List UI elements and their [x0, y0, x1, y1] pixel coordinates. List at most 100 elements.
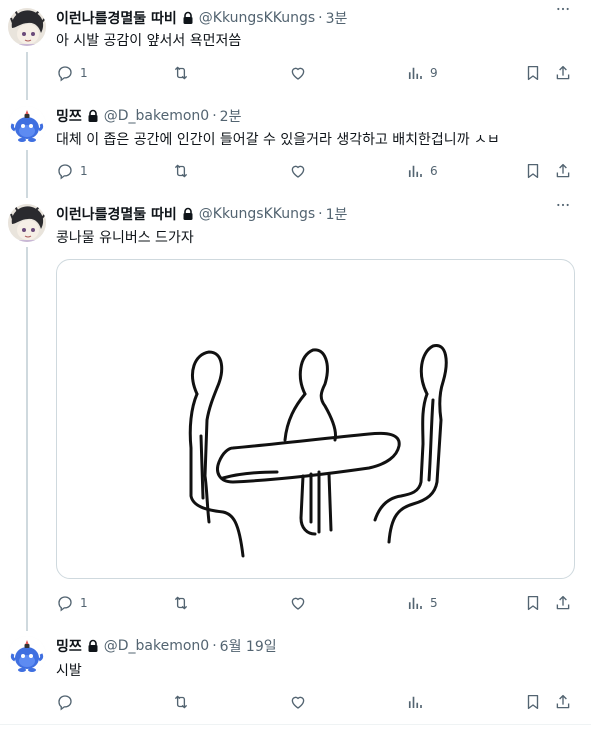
reply-button[interactable]: 1 [56, 593, 88, 613]
tweet-text: 대체 이 좁은 공간에 인간이 들어갈 수 있을거라 생각하고 배치한겁니까 ㅅ… [56, 132, 500, 148]
display-name[interactable]: 밍쯔 [56, 636, 82, 656]
separator-dot: · [318, 206, 323, 222]
like-button[interactable] [289, 161, 307, 181]
share-icon [554, 64, 572, 82]
user-handle[interactable]: @KkungsKKungs [199, 206, 315, 222]
reply-count: 1 [80, 66, 88, 80]
lock-icon [181, 207, 195, 221]
views-count: 5 [430, 596, 438, 610]
tweet[interactable]: 밍쯔 @D_bakemon0 · 2분 대체 이 좁은 공간에 인간이 들어갈 … [0, 98, 591, 196]
bookmark-button[interactable] [524, 692, 542, 712]
more-button[interactable] [553, 198, 573, 212]
timeline: 이런나를경멸둘 따비 @KkungsKKungs · 3분 아 시발 공감이 얖… [0, 0, 591, 731]
tweet-text: 아 시발 공감이 얖서서 욕먼저씀 [56, 33, 242, 49]
bookmark-button[interactable] [524, 63, 542, 83]
timestamp[interactable]: 3분 [326, 8, 348, 28]
share-button[interactable] [554, 692, 572, 712]
tweet-header: 이런나를경멸둘 따비 @KkungsKKungs · 3분 [56, 8, 347, 28]
retweet-button[interactable] [172, 63, 190, 83]
avatar[interactable] [8, 106, 46, 144]
user-handle[interactable]: @D_bakemon0 [104, 108, 209, 124]
tweet[interactable]: 밍쯔 @D_bakemon0 · 6월 19일 시발 [0, 628, 591, 728]
bookmark-icon [524, 594, 542, 612]
action-bar: 1 9 [56, 63, 574, 83]
heart-icon [289, 64, 307, 82]
bookmark-icon [524, 162, 542, 180]
share-button[interactable] [554, 161, 572, 181]
action-bar: 1 6 [56, 161, 574, 181]
retweet-button[interactable] [172, 593, 190, 613]
heart-icon [289, 693, 307, 711]
tweet-header: 밍쯔 @D_bakemon0 · 2분 [56, 106, 241, 126]
reply-icon [56, 162, 74, 180]
retweet-icon [172, 594, 190, 612]
tweet-text: 콩나물 유니버스 드가자 [56, 230, 194, 246]
avatar[interactable] [8, 636, 46, 674]
bookmark-button[interactable] [524, 593, 542, 613]
more-button[interactable] [553, 2, 573, 16]
lock-icon [86, 109, 100, 123]
bookmark-icon [524, 693, 542, 711]
avatar-image [8, 106, 46, 144]
avatar-image [8, 204, 46, 242]
like-button[interactable] [289, 63, 307, 83]
lock-icon [181, 11, 195, 25]
user-handle[interactable]: @KkungsKKungs [199, 10, 315, 26]
avatar-image [8, 8, 46, 46]
heart-icon [289, 594, 307, 612]
retweet-icon [172, 64, 190, 82]
display-name[interactable]: 이런나를경멸둘 따비 [56, 204, 177, 224]
reply-button[interactable]: 1 [56, 161, 88, 181]
like-button[interactable] [289, 692, 307, 712]
tweet-header: 이런나를경멸둘 따비 @KkungsKKungs · 1분 [56, 204, 347, 224]
reply-button[interactable] [56, 692, 74, 712]
views-chart-icon [406, 693, 424, 711]
tweet[interactable]: 이런나를경멸둘 따비 @KkungsKKungs · 3분 아 시발 공감이 얖… [0, 0, 591, 98]
heart-icon [289, 162, 307, 180]
views-count: 6 [430, 164, 438, 178]
views-chart-icon [406, 162, 424, 180]
timestamp[interactable]: 2분 [220, 106, 242, 126]
views-chart-icon [406, 64, 424, 82]
views-button[interactable]: 6 [406, 161, 438, 181]
reply-button[interactable]: 1 [56, 63, 88, 83]
share-button[interactable] [554, 593, 572, 613]
retweet-button[interactable] [172, 692, 190, 712]
tweet[interactable]: 이런나를경멸둘 따비 @KkungsKKungs · 1분 콩나물 유니버스 드… [0, 196, 591, 628]
action-bar [56, 692, 574, 712]
avatar-image [8, 636, 46, 674]
display-name[interactable]: 밍쯔 [56, 106, 82, 126]
like-button[interactable] [289, 593, 307, 613]
reply-icon [56, 594, 74, 612]
user-handle[interactable]: @D_bakemon0 [104, 638, 209, 654]
reply-count: 1 [80, 164, 88, 178]
share-icon [554, 594, 572, 612]
timestamp[interactable]: 6월 19일 [220, 636, 277, 656]
bookmark-icon [524, 64, 542, 82]
tweet-image[interactable] [56, 259, 575, 579]
retweet-button[interactable] [172, 161, 190, 181]
reply-count: 1 [80, 596, 88, 610]
separator-dot: · [212, 108, 217, 124]
retweet-icon [172, 693, 190, 711]
timestamp[interactable]: 1분 [326, 204, 348, 224]
views-button[interactable]: 9 [406, 63, 438, 83]
display-name[interactable]: 이런나를경멸둘 따비 [56, 8, 177, 28]
avatar[interactable] [8, 204, 46, 242]
views-button[interactable]: 5 [406, 593, 438, 613]
views-chart-icon [406, 594, 424, 612]
action-bar: 1 5 [56, 593, 574, 613]
separator-dot: · [212, 638, 217, 654]
share-button[interactable] [554, 63, 572, 83]
separator-dot: · [318, 10, 323, 26]
avatar[interactable] [8, 8, 46, 46]
reply-icon [56, 64, 74, 82]
more-dots-icon [556, 7, 570, 11]
bookmark-button[interactable] [524, 161, 542, 181]
tweet-header: 밍쯔 @D_bakemon0 · 6월 19일 [56, 636, 277, 656]
views-button[interactable] [406, 692, 424, 712]
share-icon [554, 693, 572, 711]
more-dots-icon [556, 203, 570, 207]
sketch-drawing [188, 344, 448, 558]
reply-icon [56, 693, 74, 711]
